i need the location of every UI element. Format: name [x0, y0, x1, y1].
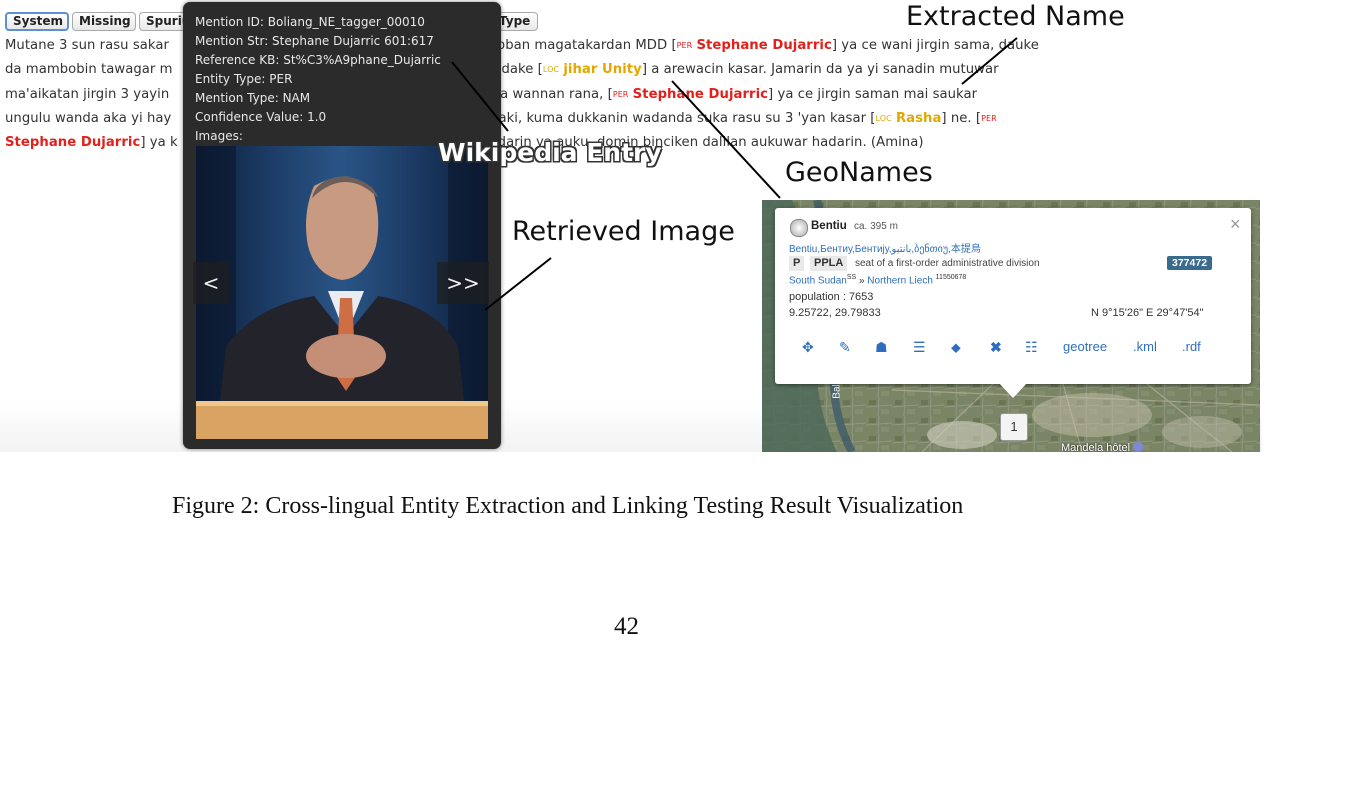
entity-tag-per: PER	[981, 114, 997, 123]
population: population : 7653	[789, 291, 874, 303]
filter-missing-button[interactable]: Missing	[72, 12, 136, 31]
entity-location[interactable]: jihar Unity	[563, 62, 642, 77]
map-marker-cluster[interactable]: 1	[1000, 413, 1028, 441]
mention-string: Mention Str: Stephane Dujarric 601:617	[195, 34, 434, 48]
entity-tag-per: PER	[676, 41, 693, 50]
label-geonames: GeoNames	[785, 157, 933, 188]
page-number: 42	[614, 613, 639, 640]
text-line: Mutane 3 sun rasu sakar an ta kudu] Kaka…	[5, 35, 1039, 57]
next-image-button[interactable]: >>	[437, 262, 489, 304]
label-wikipedia-entry: Wikipedia Entry	[438, 138, 662, 167]
map-label-hotel: Mandela hôtel	[1061, 442, 1144, 452]
map-label-bal: Bal	[831, 384, 843, 399]
mention-type: Mention Type: NAM	[195, 91, 311, 105]
text-segment: ] ne. [	[941, 111, 982, 126]
text-segment: ma'aikatan jirgin 3 yayin	[5, 87, 170, 102]
text-segment: ] a arewacin kasar. Jamarin da ya yi san…	[641, 62, 999, 77]
move-icon[interactable]: ✥	[802, 339, 814, 356]
geotree-link[interactable]: geotree	[1063, 339, 1107, 354]
figure: System Missing Spuriu Type Mutane 3 sun …	[0, 0, 1360, 452]
state-id: 11550678	[935, 274, 967, 281]
elevation: ca. 395 m	[854, 221, 898, 232]
text-segment: Mutane 3 sun rasu sakar	[5, 38, 169, 53]
text-line: da mambobin tawagar m fadi a birnin [LOC…	[5, 59, 999, 81]
text-segment: da mambobin tawagar m	[5, 62, 173, 77]
rdf-link[interactable]: .rdf	[1182, 339, 1201, 354]
figure-caption: Figure 2: Cross-lingual Entity Extractio…	[172, 493, 964, 519]
text-segment: ] ya ce jirgin saman mai saukar	[768, 87, 978, 102]
close-x-icon[interactable]: ✖	[990, 339, 1002, 356]
entity-person[interactable]: Stephane Dujarric	[5, 135, 140, 150]
hierarchy-breadcrumb: South SudanSS » Northern Liech 11550678	[789, 274, 966, 286]
reference-kb[interactable]: Reference KB: St%C3%A9phane_Dujarric	[195, 53, 441, 67]
hotel-icon	[1133, 442, 1144, 452]
feature-class-badge: P	[789, 256, 805, 271]
entity-tag-loc: LOC	[875, 114, 892, 123]
text-segment: ] ya k	[140, 135, 178, 150]
entity-tag-per: PER	[612, 90, 629, 99]
list-icon[interactable]: ☷	[1025, 339, 1038, 356]
mention-id: Mention ID: Boliang_NE_tagger_00010	[195, 15, 425, 29]
images-label: Images:	[195, 129, 243, 143]
entity-location[interactable]: Rasha	[896, 111, 941, 126]
entity-tag-loc: LOC	[542, 65, 560, 74]
decimal-coordinates: 9.25722, 29.79833	[789, 307, 881, 319]
geonames-popup: Bentiu ca. 395 m × Bentiu,Бентиу,Бентију…	[775, 208, 1251, 398]
label-extracted-name: Extracted Name	[906, 1, 1125, 32]
entity-person[interactable]: Stephane Dujarric	[633, 87, 768, 102]
geoname-id-badge[interactable]: 377472	[1167, 256, 1213, 270]
alternate-names-link[interactable]: Bentiu,Бентиу,Бентију,بانتيو,ბენთიუ,本提烏	[789, 240, 981, 255]
text-segment: ungulu wanda aka yi hay	[5, 111, 172, 126]
place-name: Bentiu	[811, 220, 847, 232]
popup-pointer-icon	[998, 382, 1028, 398]
country-link[interactable]: South Sudan	[789, 275, 847, 286]
confidence-value: Confidence Value: 1.0	[195, 110, 327, 124]
feature-description: seat of a first-order administrative div…	[855, 258, 1040, 269]
text-segment: ] ya ce wani jirgin sama, dauke	[831, 38, 1039, 53]
kml-link[interactable]: .kml	[1133, 339, 1157, 354]
pencil-icon[interactable]: ✎	[839, 339, 851, 356]
feature-code-badge: PPLA	[810, 256, 848, 271]
tags-icon[interactable]: ⬥	[951, 339, 961, 356]
country-code: SS	[846, 274, 857, 281]
entity-tooltip: Mention ID: Boliang_NE_tagger_00010 Ment…	[183, 2, 501, 449]
entity-type: Entity Type: PER	[195, 72, 293, 86]
close-popup-button[interactable]: ×	[1230, 214, 1241, 235]
state-link[interactable]: Northern Liech	[867, 275, 933, 286]
dms-coordinates: N 9°15'26" E 29°47'54"	[1091, 307, 1204, 319]
entity-person[interactable]: Stephane Dujarric	[697, 38, 832, 53]
ordered-list-icon[interactable]: ☰	[913, 339, 926, 356]
wikipedia-globe-icon	[790, 219, 808, 237]
prev-image-button[interactable]: <	[193, 262, 229, 304]
label-retrieved-image: Retrieved Image	[512, 216, 735, 247]
filter-system-button[interactable]: System	[5, 12, 69, 31]
hierarchy-separator: »	[858, 275, 865, 287]
hierarchy-icon[interactable]: ☗	[875, 339, 888, 356]
